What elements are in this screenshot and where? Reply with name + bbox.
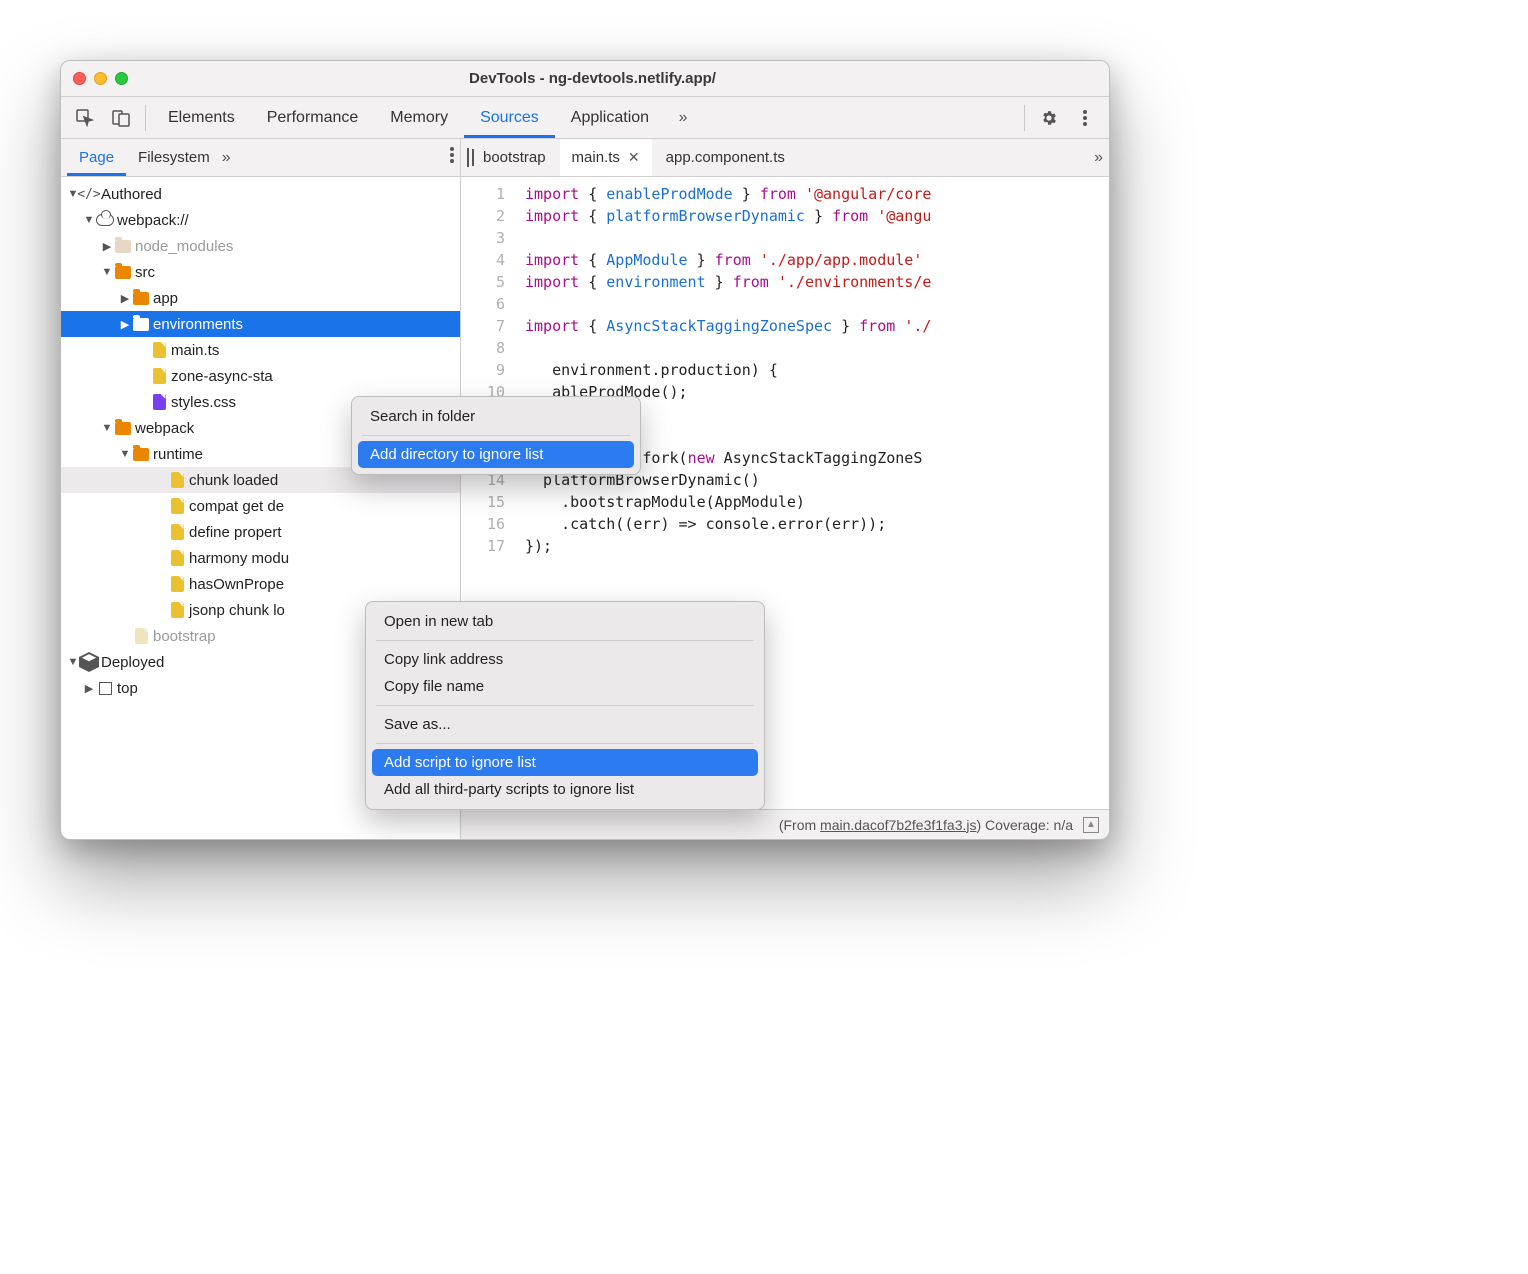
tab-sources[interactable]: Sources (464, 97, 555, 138)
file-icon (167, 498, 187, 514)
menu-add-directory-ignore[interactable]: Add directory to ignore list (358, 441, 634, 468)
tree-app[interactable]: ▶app (61, 285, 460, 311)
tab-performance[interactable]: Performance (251, 97, 375, 138)
menu-separator (376, 705, 754, 706)
tree-file-main-ts[interactable]: main.ts (61, 337, 460, 363)
editor-tabs: bootstrap main.ts✕ app.component.ts » (461, 139, 1109, 177)
devtools-window: DevTools - ng-devtools.netlify.app/ Elem… (60, 60, 1110, 840)
devtools-tabbar: Elements Performance Memory Sources Appl… (61, 97, 1109, 139)
tree-authored[interactable]: ▼</>Authored (61, 181, 460, 207)
menu-separator (376, 640, 754, 641)
editor-tab-bootstrap[interactable]: bootstrap (471, 139, 558, 176)
cloud-icon (95, 214, 115, 226)
tab-application[interactable]: Application (555, 97, 665, 138)
tree-environments[interactable]: ▶environments (61, 311, 460, 337)
editor-tab-main-ts[interactable]: main.ts✕ (560, 139, 652, 176)
code-icon: </> (79, 187, 99, 202)
tab-elements[interactable]: Elements (152, 97, 251, 138)
folder-icon (113, 240, 133, 253)
status-from: (From main.dacof7b2fe3f1fa3.js) Coverage… (779, 817, 1073, 833)
navigator-kebab-icon[interactable] (450, 147, 454, 168)
navigator-tabs: Page Filesystem » (61, 139, 460, 177)
tree-webpack-scheme[interactable]: ▼webpack:// (61, 207, 460, 233)
more-editor-tabs-icon[interactable]: » (1094, 149, 1103, 167)
context-menu-file: Open in new tab Copy link address Copy f… (365, 601, 765, 810)
tree-file-define-property[interactable]: define propert (61, 519, 460, 545)
folder-icon (131, 318, 151, 331)
tree-file-harmony[interactable]: harmony modu (61, 545, 460, 571)
tree-file-zone-async[interactable]: zone-async-sta (61, 363, 460, 389)
device-toolbar-icon[interactable] (103, 102, 139, 134)
menu-separator (376, 743, 754, 744)
navigator-tab-page[interactable]: Page (67, 139, 126, 176)
menu-copy-file-name[interactable]: Copy file name (366, 673, 764, 700)
folder-icon (113, 422, 133, 435)
folder-icon (131, 448, 151, 461)
menu-open-new-tab[interactable]: Open in new tab (366, 608, 764, 635)
context-menu-folder: Search in folder Add directory to ignore… (351, 396, 641, 475)
kebab-menu-icon[interactable] (1067, 102, 1103, 134)
traffic-lights (73, 72, 128, 85)
file-icon (149, 342, 169, 358)
file-icon (167, 524, 187, 540)
menu-add-script-ignore[interactable]: Add script to ignore list (372, 749, 758, 776)
more-navigator-tabs-icon[interactable]: » (222, 149, 231, 167)
close-tab-icon[interactable]: ✕ (628, 149, 640, 166)
window-titlebar: DevTools - ng-devtools.netlify.app/ (61, 61, 1109, 97)
menu-search-in-folder[interactable]: Search in folder (352, 403, 640, 430)
menu-separator (362, 435, 630, 436)
editor-statusbar: (From main.dacof7b2fe3f1fa3.js) Coverage… (461, 809, 1109, 839)
show-navigator-icon[interactable] (467, 149, 469, 167)
more-tabs-icon[interactable]: » (665, 102, 701, 134)
zoom-window-button[interactable] (115, 72, 128, 85)
editor-tab-app-component[interactable]: app.component.ts (654, 139, 797, 176)
file-icon (167, 602, 187, 618)
settings-gear-icon[interactable] (1031, 102, 1067, 134)
cube-icon (79, 652, 99, 672)
minimize-window-button[interactable] (94, 72, 107, 85)
window-title: DevTools - ng-devtools.netlify.app/ (148, 70, 1097, 87)
tab-memory[interactable]: Memory (374, 97, 464, 138)
separator (145, 105, 146, 131)
menu-add-third-party-ignore[interactable]: Add all third-party scripts to ignore li… (366, 776, 764, 803)
menu-save-as[interactable]: Save as... (366, 711, 764, 738)
tree-node-modules[interactable]: ▶node_modules (61, 233, 460, 259)
source-map-toggle-icon[interactable]: ▲ (1083, 817, 1099, 833)
tree-src[interactable]: ▼src (61, 259, 460, 285)
file-icon (167, 472, 187, 488)
folder-icon (113, 266, 133, 279)
frame-icon (95, 682, 115, 695)
separator (1024, 105, 1025, 131)
tree-file-hasownproperty[interactable]: hasOwnPrope (61, 571, 460, 597)
menu-copy-link-address[interactable]: Copy link address (366, 646, 764, 673)
file-icon (131, 628, 151, 644)
folder-icon (131, 292, 151, 305)
file-icon (149, 394, 169, 410)
file-icon (149, 368, 169, 384)
inspect-element-icon[interactable] (67, 102, 103, 134)
navigator-tab-filesystem[interactable]: Filesystem (126, 139, 222, 176)
close-window-button[interactable] (73, 72, 86, 85)
file-icon (167, 550, 187, 566)
status-source-link[interactable]: main.dacof7b2fe3f1fa3.js (820, 817, 976, 833)
tree-file-compat-get[interactable]: compat get de (61, 493, 460, 519)
file-icon (167, 576, 187, 592)
